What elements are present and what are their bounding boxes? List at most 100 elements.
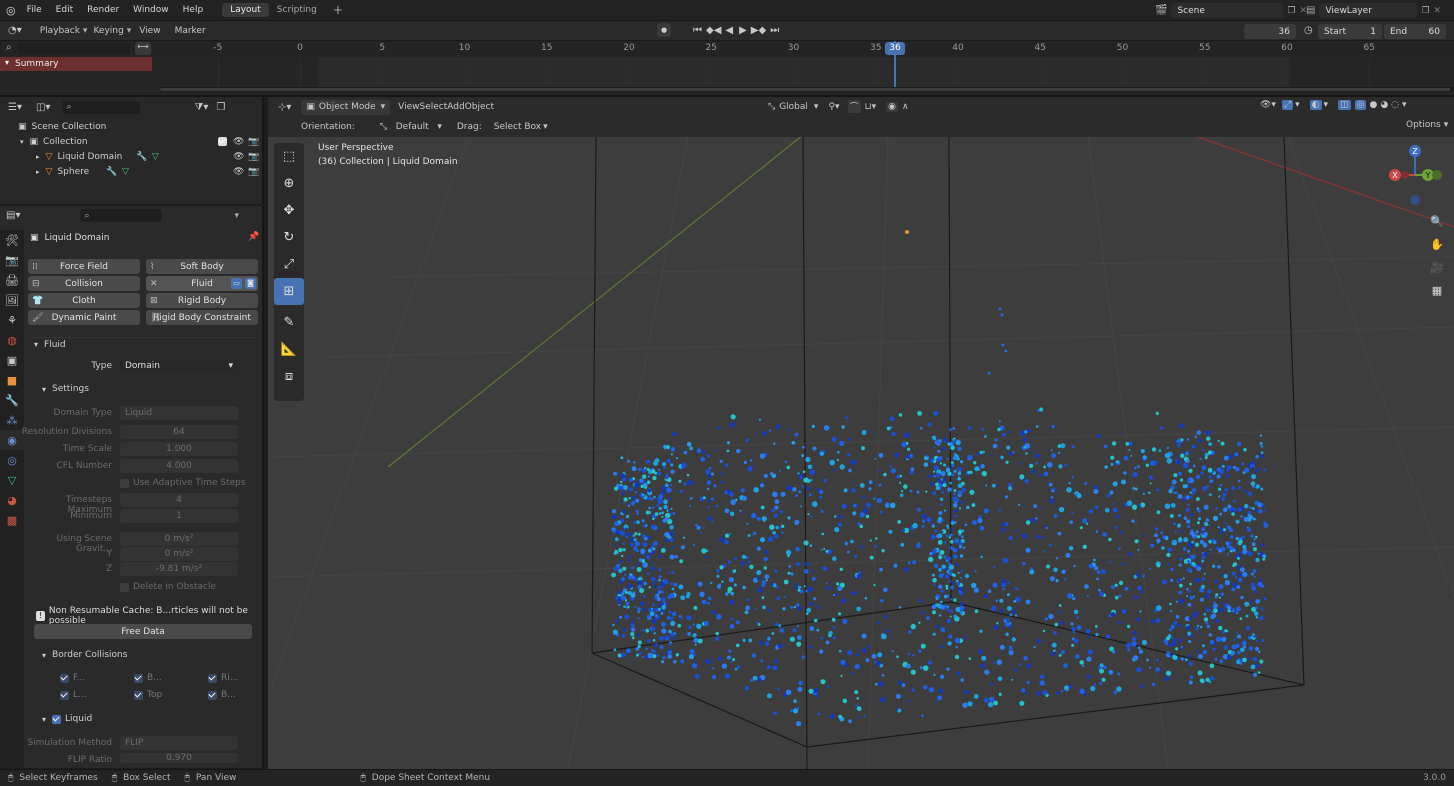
soft-body-button[interactable]: ⌇ Soft Body [146, 259, 258, 274]
properties-editor-icon[interactable]: ▤▾ [6, 210, 20, 221]
pin-icon[interactable]: 📌 [248, 232, 259, 242]
playhead-frame-badge[interactable]: 36 [885, 42, 905, 55]
force-field-button[interactable]: ⁞⁞ Force Field [28, 259, 140, 274]
menu-marker[interactable]: Marker [175, 26, 206, 36]
scene-field[interactable]: Scene [1171, 3, 1284, 18]
material-shading-icon[interactable]: ◕ [1380, 100, 1388, 110]
liquid-panel-header[interactable]: ▾ Liquid [42, 714, 92, 724]
scene-collection-row[interactable]: ▣ Scene Collection [0, 119, 262, 134]
select-tool-icon[interactable]: ⬚ [274, 143, 304, 170]
mesh-data-icon[interactable]: ▽ [152, 152, 159, 162]
menu-object[interactable]: Object [465, 102, 494, 112]
cursor-tool-icon[interactable]: ⊕ [274, 170, 304, 197]
3d-viewport[interactable] [268, 97, 1454, 769]
falloff-icon[interactable]: ∧ [902, 102, 909, 112]
chevron-down-icon[interactable]: ▾ [1402, 100, 1407, 110]
world-tab-icon[interactable]: ◍ [0, 330, 24, 350]
free-data-button[interactable]: Free Data [34, 624, 252, 639]
editor-type-icon[interactable]: ⊹▾ [278, 102, 291, 113]
menu-window[interactable]: Window [126, 5, 176, 15]
zoom-icon[interactable]: 🔍 [1428, 210, 1446, 233]
gizmo-neg-x-axis[interactable] [1401, 171, 1409, 179]
fluid-button[interactable]: ✕ Fluid ▭ ◙ [146, 276, 258, 291]
scene-selector[interactable]: 🎬 Scene ❐ ✕ [1155, 3, 1307, 18]
drag-dropdown[interactable]: Select Box ▾ [490, 120, 552, 134]
eye-icon[interactable]: 👁 [233, 152, 244, 162]
next-keyframe-icon[interactable]: ▶◆ [751, 25, 766, 36]
camera-icon[interactable]: 📷 [248, 152, 259, 162]
add-cube-tool-icon[interactable]: ⧈ [274, 363, 304, 390]
rendered-shading-icon[interactable]: ◌ [1391, 100, 1399, 110]
summary-channel[interactable]: ▾ Summary [0, 57, 152, 71]
annotate-tool-icon[interactable]: ✎ [274, 309, 304, 336]
menu-view[interactable]: View [139, 26, 160, 36]
play-reverse-icon[interactable]: ◀ [725, 25, 733, 36]
camera-icon[interactable]: 📷 [248, 167, 259, 177]
chevron-down-icon[interactable]: ▾ [1324, 100, 1329, 110]
tool-tab-icon[interactable]: 🛠 [0, 230, 24, 250]
navigation-gizmo[interactable]: Z X Y [1380, 140, 1450, 210]
render-tab-icon[interactable]: 📷 [0, 250, 24, 270]
tab-layout[interactable]: Layout [222, 3, 269, 17]
collision-button[interactable]: ⊟ Collision [28, 276, 140, 291]
data-tab-icon[interactable]: ▽ [0, 470, 24, 490]
current-frame-field[interactable]: 36 [1244, 24, 1296, 39]
rigid-body-button[interactable]: ⊠ Rigid Body [146, 293, 258, 308]
new-collection-icon[interactable]: ❐ [216, 102, 225, 113]
camera-view-icon[interactable]: 🎥 [1428, 256, 1446, 279]
menu-add[interactable]: Add [447, 102, 464, 112]
remove-viewlayer-icon[interactable]: ✕ [1434, 6, 1442, 16]
viewport-toggle-icon[interactable]: ▭ [231, 278, 242, 289]
gizmo-toggle-icon[interactable]: ⤢ [1281, 100, 1294, 110]
options-dropdown[interactable]: Options ▾ [1406, 120, 1448, 130]
border-collisions-header[interactable]: ▾ Border Collisions [42, 650, 127, 660]
render-toggle-icon[interactable]: ◙ [245, 278, 256, 289]
visibility-icon[interactable]: 👁▾ [1260, 100, 1276, 110]
transform-tool-icon[interactable]: ⊞ [274, 278, 304, 305]
clock-icon[interactable]: ◷ [1304, 25, 1313, 36]
menu-edit[interactable]: Edit [49, 5, 80, 15]
outliner-item-sphere[interactable]: ▸ ▽ Sphere 🔧 ▽ 👁 📷 [0, 164, 262, 179]
pan-hand-icon[interactable]: ✋ [1428, 233, 1446, 256]
transform-orientation[interactable]: ⤡ Global ▾ ⚲▾ ⌒ ⊔▾ ◉ ∧ [768, 100, 909, 113]
settings-panel-header[interactable]: ▾ Settings [42, 384, 89, 394]
new-scene-icon[interactable]: ❐ [1287, 6, 1295, 16]
display-mode-icon[interactable]: ◫▾ [36, 102, 50, 113]
measure-tool-icon[interactable]: 📐 [274, 336, 304, 363]
scene-tab-icon[interactable]: ⚘ [0, 310, 24, 330]
outliner-item-liquid-domain[interactable]: ▸ ▽ Liquid Domain 🔧 ▽ 👁 📷 [0, 149, 262, 164]
editor-type-icon[interactable]: ◔▾ [8, 25, 22, 36]
menu-file[interactable]: File [20, 5, 49, 15]
wrench-icon[interactable]: 🔧 [136, 152, 147, 162]
add-workspace-button[interactable]: + [325, 1, 351, 19]
jump-start-icon[interactable]: ⏮ [693, 25, 702, 36]
collection-row[interactable]: ▾ ▣ Collection 👁 📷 [0, 134, 262, 149]
dynamic-paint-button[interactable]: 🖌 Dynamic Paint [28, 310, 140, 325]
viewlayer-field[interactable]: ViewLayer [1319, 3, 1418, 18]
collapse-icon[interactable]: ⟷ [135, 42, 151, 55]
menu-playback[interactable]: Playback [40, 26, 80, 36]
cloth-button[interactable]: 👕 Cloth [28, 293, 140, 308]
properties-search-input[interactable]: ⌕ [80, 209, 163, 222]
rotate-tool-icon[interactable]: ↻ [274, 224, 304, 251]
gizmo-neg-y-axis[interactable] [1432, 170, 1442, 180]
menu-view[interactable]: View [398, 102, 419, 112]
start-frame-field[interactable]: Start 1 [1318, 24, 1382, 39]
collection-tab-icon[interactable]: ▣ [0, 350, 24, 370]
fluid-panel-header[interactable]: ▾ Fluid [30, 337, 258, 351]
camera-icon[interactable]: 📷 [248, 137, 259, 147]
move-tool-icon[interactable]: ✥ [274, 197, 304, 224]
end-frame-field[interactable]: End 60 [1384, 24, 1446, 39]
object-origin[interactable] [905, 230, 909, 234]
tab-scripting[interactable]: Scripting [269, 3, 325, 17]
mode-dropdown[interactable]: ▣ Object Mode ▾ [301, 99, 391, 115]
blender-logo-icon[interactable]: ◎ [6, 4, 16, 17]
object-tab-icon[interactable]: ■ [0, 370, 24, 390]
orientation-dropdown[interactable]: ⤡ Default ▾ [375, 120, 447, 134]
modifier-tab-icon[interactable]: 🔧 [0, 390, 24, 410]
type-dropdown[interactable]: Domain ▾ [120, 359, 238, 373]
chevron-down-icon[interactable]: ▾ [234, 211, 239, 221]
wrench-icon[interactable]: 🔧 [106, 167, 117, 177]
snap-icon[interactable]: ⌒ [847, 100, 861, 113]
menu-render[interactable]: Render [80, 5, 126, 15]
